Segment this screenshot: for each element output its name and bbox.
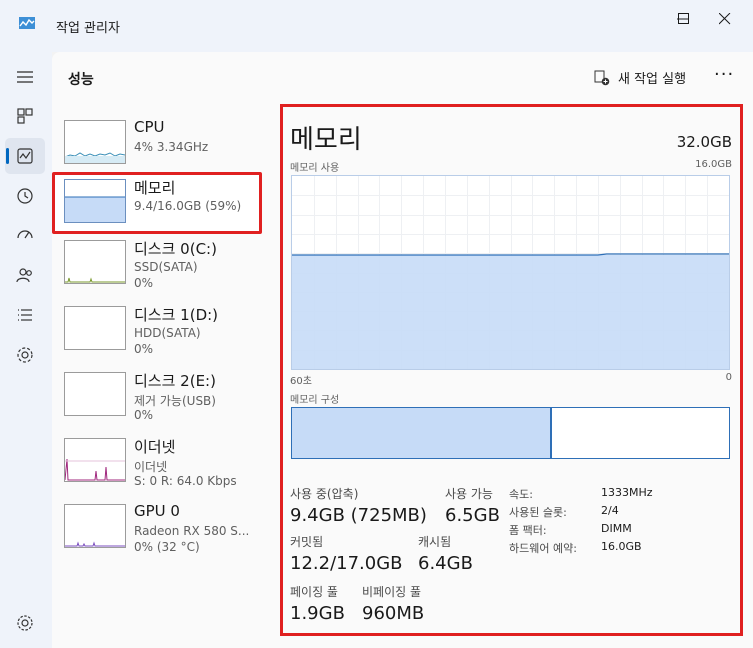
hardware-reserved-value: 16.0GB [601,540,642,553]
maximize-icon [678,13,689,24]
gpu-thumbnail [64,504,126,548]
committed-label: 커밋됨 [290,535,324,549]
disk0-thumbnail [64,240,126,284]
performance-icon[interactable] [14,145,36,167]
cached-value: 6.4GB [418,553,473,574]
close-button[interactable] [707,6,753,32]
nonpaged-pool-value: 960MB [362,603,425,624]
memory-detail-panel: 메모리 32.0GB 메모리 사용 16.0GB 60초 0 메모리 구성 사용… [280,104,743,636]
nav-active-indicator [6,148,9,164]
form-factor-label: 폼 팩터: [509,524,547,537]
window-title: 작업 관리자 [56,21,120,36]
available-label: 사용 가능 [445,487,493,501]
startup-apps-icon[interactable] [14,224,36,246]
navigation-rail [0,52,52,648]
paged-pool-value: 1.9GB [290,603,345,624]
slots-label: 사용된 슬롯: [509,506,567,519]
app-history-icon[interactable] [14,185,36,207]
tile-sub1: 9.4/16.0GB (59%) [134,199,242,213]
tile-sub1: 이더넷 [134,460,168,474]
memory-usage-max: 16.0GB [695,159,732,170]
tile-name: 메모리 [134,179,176,197]
disk1-thumbnail [64,306,126,350]
more-options-button[interactable]: ··· [714,64,734,85]
time-axis-right: 0 [725,372,732,383]
tile-name: 디스크 0(C:) [134,240,217,258]
available-value: 6.5GB [445,505,500,526]
memory-thumbnail [64,179,126,223]
in-use-value: 9.4GB (725MB) [290,505,427,526]
cached-label: 캐시됨 [418,535,452,549]
speed-label: 속도: [509,488,533,501]
memory-composition-bar [291,407,730,459]
form-factor-value: DIMM [601,522,632,535]
tile-memory[interactable]: 메모리 9.4/16.0GB (59%) [64,179,264,237]
tile-sub2: 0% (32 °C) [134,540,200,554]
detail-title: 메모리 [290,125,362,155]
cpu-thumbnail [64,120,126,164]
tile-sub2: 0% [134,276,154,290]
tile-name: 디스크 1(D:) [134,306,219,324]
slots-value: 2/4 [601,504,619,517]
tile-name: 디스크 2(E:) [134,372,216,390]
gear-icon[interactable] [14,612,36,634]
services-icon[interactable] [14,344,36,366]
tile-sub1: Radeon RX 580 S... [134,524,250,538]
tile-sub2: 0% [134,408,154,422]
tile-name: 이더넷 [134,438,176,456]
tile-gpu-0[interactable]: GPU 0 Radeon RX 580 S... 0% (32 °C) [64,502,264,562]
disk2-thumbnail [64,372,126,416]
paged-pool-label: 페이징 풀 [290,585,338,599]
tile-disk-1[interactable]: 디스크 1(D:) HDD(SATA) 0% [64,306,264,364]
memory-composition-label: 메모리 구성 [290,395,340,406]
memory-usage-chart [292,176,729,369]
details-icon[interactable] [14,304,36,326]
tile-name: CPU [134,118,165,136]
tile-sub1: SSD(SATA) [134,260,198,274]
users-icon[interactable] [14,264,36,286]
tile-sub2: 0% [134,342,154,356]
tile-sub2: S: 0 R: 64.0 Kbps [134,474,237,488]
new-task-button[interactable]: 새 작업 실행 [594,68,686,87]
time-axis-left: 60초 [290,376,312,387]
task-manager-icon [19,17,35,29]
main-content: 성능 새 작업 실행 ··· CPU 4% 3.34GHz 메모리 9.4/16… [52,52,753,648]
in-use-label: 사용 중(압축) [290,487,359,501]
detail-total-memory: 32.0GB [676,133,732,151]
hardware-reserved-label: 하드웨어 예약: [509,542,577,555]
speed-value: 1333MHz [601,486,653,499]
ethernet-thumbnail [64,438,126,482]
tile-disk-0[interactable]: 디스크 0(C:) SSD(SATA) 0% [64,240,264,298]
new-task-icon [594,70,610,85]
usage-area [292,255,729,369]
tile-sub1: HDD(SATA) [134,326,201,340]
title-bar: 작업 관리자 [0,0,753,52]
memory-usage-graph [291,175,730,370]
memory-usage-label: 메모리 사용 [290,163,340,174]
menu-icon[interactable] [14,66,36,88]
tile-name: GPU 0 [134,502,180,520]
tile-sub1: 제거 가능(USB) [134,394,216,408]
tile-disk-2[interactable]: 디스크 2(E:) 제거 가능(USB) 0% [64,372,264,430]
tile-sub1: 4% 3.34GHz [134,140,209,154]
tile-cpu[interactable]: CPU 4% 3.34GHz [64,118,264,178]
committed-value: 12.2/17.0GB [290,553,403,574]
nonpaged-pool-label: 비페이징 풀 [362,585,422,599]
tile-ethernet[interactable]: 이더넷 이더넷 S: 0 R: 64.0 Kbps [64,438,264,496]
new-task-label: 새 작업 실행 [618,72,687,87]
composition-in-use [292,408,552,458]
processes-icon[interactable] [14,105,36,127]
close-icon [719,13,731,25]
page-title: 성능 [68,72,94,88]
